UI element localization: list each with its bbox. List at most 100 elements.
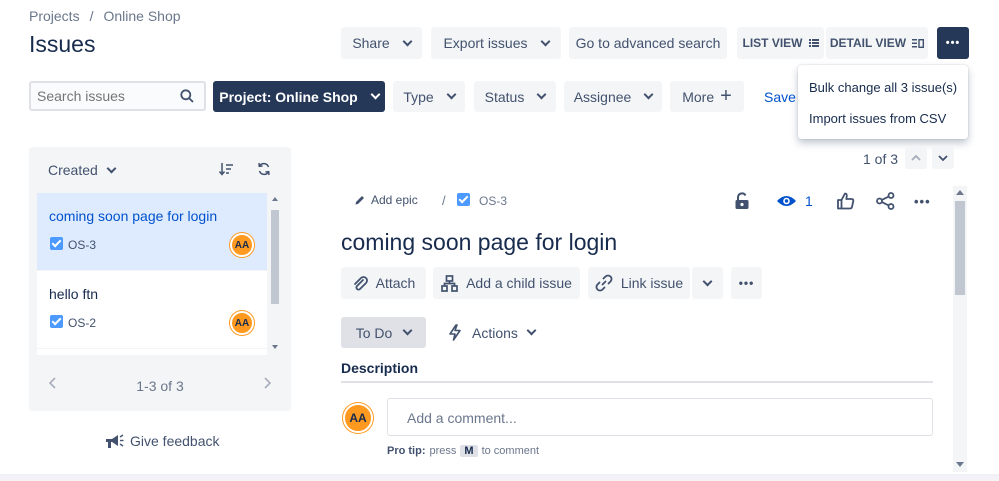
share-label: Share [352,35,390,51]
share-icon[interactable] [876,192,895,210]
user-avatar: AA [343,403,373,433]
previous-issue-button[interactable] [905,147,927,169]
export-issues-button[interactable]: Export issues [431,27,561,59]
sort-dropdown[interactable]: Created [48,162,117,178]
pro-tip: Pro tip: press M to comment [387,445,539,457]
issue-list-item-os-2[interactable]: hello ftn OS-2 AA [37,271,267,348]
status-label: To Do [355,324,393,341]
chevron-down-icon [526,325,537,336]
description-heading: Description [341,360,419,376]
more-actions-menu: Bulk change all 3 issue(s) Import issues… [798,65,968,139]
chevron-down-icon [702,276,713,286]
thumbs-up-icon[interactable] [837,192,855,210]
add-epic-link[interactable]: Add epic [354,193,418,207]
scroll-up-arrow-icon[interactable] [272,197,278,201]
type-filter-button[interactable]: Type [393,81,465,112]
save-filter-link[interactable]: Save [764,89,796,105]
issue-more-actions-button[interactable]: ••• [914,193,931,211]
chevron-down-icon [643,89,654,100]
page-title: Issues [29,31,96,57]
export-issues-label: Export issues [443,35,528,51]
search-field[interactable] [29,81,206,111]
issue-key-link[interactable]: OS-3 [479,194,507,208]
scroll-up-arrow-icon[interactable] [956,190,964,195]
give-feedback-button[interactable]: Give feedback [104,432,220,450]
give-feedback-label: Give feedback [130,433,220,449]
plus-icon: + [720,84,732,107]
scrollbar-thumb[interactable] [955,201,965,295]
issue-key: OS-3 [68,238,97,252]
more-actions-button[interactable]: ••• [937,27,969,59]
issue-counter: 1 of 3 [863,151,899,167]
detail-view-label: DETAIL VIEW [829,36,907,50]
sort-order-icon[interactable] [219,163,233,176]
issue-list-scrollbar[interactable] [269,193,281,355]
description-divider [341,381,933,383]
more-filters-button[interactable]: More + [670,81,744,112]
attach-button[interactable]: Attach [341,267,426,299]
issue-list-panel: Created coming soon page for login OS-3 … [29,147,291,411]
watch-button[interactable]: 1 [776,193,813,209]
issue-summary[interactable]: coming soon page for login [341,229,617,256]
watchers-count: 1 [805,193,813,209]
list-view-button[interactable]: LIST VIEW [737,27,824,59]
import-csv-menu-item[interactable]: Import issues from CSV [809,111,946,126]
detail-view-button[interactable]: DETAIL VIEW [826,27,928,59]
scroll-down-arrow-icon[interactable] [272,345,278,349]
issue-list-item-partial[interactable] [37,349,267,355]
breadcrumb-project-link[interactable]: Online Shop [103,8,180,24]
breadcrumb-projects-link[interactable]: Projects [29,8,80,24]
detail-view-icon [912,38,925,48]
search-icon [180,89,194,103]
scroll-down-arrow-icon[interactable] [956,462,964,467]
next-page-icon[interactable] [264,377,271,389]
pro-tip-press: press [429,445,457,457]
more-dots-icon: ••• [738,276,755,290]
more-dots-icon: ••• [945,36,961,49]
status-transition-button[interactable]: To Do [341,317,426,348]
attach-label: Attach [375,275,416,291]
issue-title: coming soon page for login [49,208,218,224]
link-issue-dropdown-button[interactable] [692,267,723,299]
comment-input[interactable]: Add a comment... [387,398,933,436]
unlock-icon[interactable] [734,192,750,210]
workflow-actions-button[interactable]: Actions [448,324,537,341]
search-input[interactable] [37,88,177,104]
list-icon [808,39,819,47]
chevron-up-icon [911,155,921,161]
next-issue-button[interactable] [932,147,954,169]
breadcrumb-separator: / [89,8,94,24]
hierarchy-icon [441,274,458,292]
megaphone-icon [106,434,124,448]
breadcrumb: Projects / Online Shop [29,8,181,24]
project-filter-button[interactable]: Project: Online Shop [213,81,385,112]
assignee-filter-label: Assignee [573,88,632,105]
assignee-filter-button[interactable]: Assignee [564,81,662,112]
issue-title: hello ftn [49,286,99,302]
link-icon [595,274,613,292]
workflow-actions-label: Actions [472,324,518,341]
pencil-icon [355,196,364,205]
detail-scrollbar[interactable] [953,186,967,472]
chevron-down-icon [106,163,117,173]
add-child-issue-button[interactable]: Add a child issue [433,267,580,299]
assignee-avatar[interactable]: AA [230,311,254,335]
status-filter-button[interactable]: Status [474,81,556,112]
type-filter-label: Type [403,88,434,105]
link-issue-button[interactable]: Link issue [588,267,690,299]
refresh-icon[interactable] [257,162,271,176]
chevron-down-icon [446,89,457,100]
share-button[interactable]: Share [341,27,422,59]
advanced-search-button[interactable]: Go to advanced search [569,27,727,59]
add-epic-label: Add epic [371,193,418,207]
comment-placeholder: Add a comment... [407,410,517,426]
task-type-icon [50,237,63,250]
chevron-down-icon [938,155,948,161]
issue-list-item-os-3[interactable]: coming soon page for login OS-3 AA [37,193,267,270]
paperclip-icon [353,276,368,291]
more-issue-actions-button[interactable]: ••• [731,267,762,299]
task-type-icon [50,315,63,328]
bulk-change-menu-item[interactable]: Bulk change all 3 issue(s) [809,80,957,95]
scrollbar-thumb[interactable] [271,210,279,304]
assignee-avatar[interactable]: AA [230,233,254,257]
